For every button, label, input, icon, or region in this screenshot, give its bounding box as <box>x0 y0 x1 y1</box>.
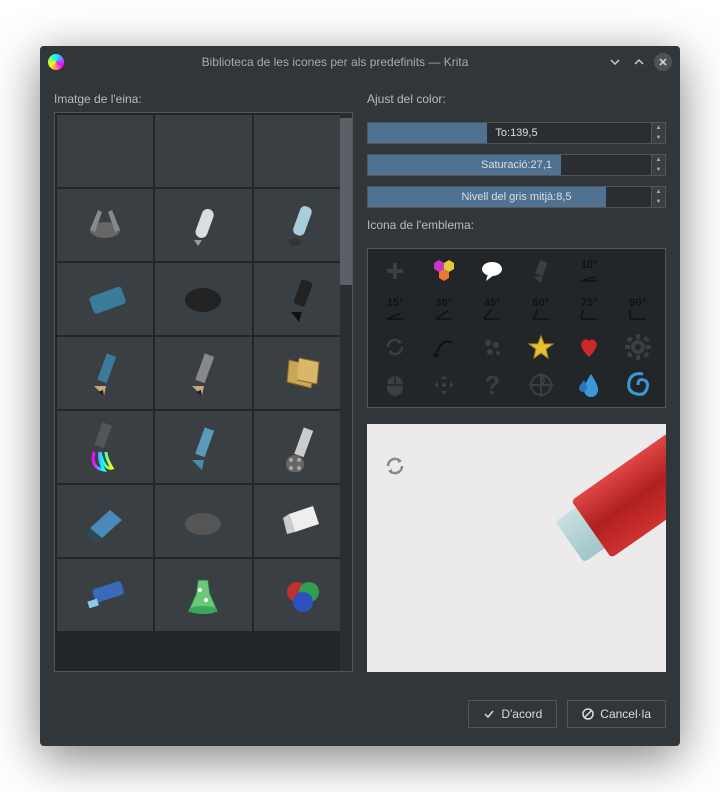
tool-slot[interactable] <box>254 189 350 261</box>
star-icon[interactable] <box>518 329 565 365</box>
tool-slot[interactable] <box>254 263 350 335</box>
right-column: Ajust del color: To:139,5 ▲▼ Saturació:2… <box>367 92 666 672</box>
move-arrows-icon[interactable] <box>421 367 468 403</box>
tool-slot[interactable] <box>155 559 251 631</box>
color-adjust-label: Ajust del color: <box>367 92 666 106</box>
tool-slot[interactable] <box>57 189 153 261</box>
preview-panel <box>367 424 666 672</box>
tool-slot[interactable] <box>155 115 251 187</box>
preview-reload-icon <box>383 454 407 478</box>
tool-slot[interactable] <box>254 411 350 483</box>
tool-image-grid[interactable] <box>54 112 353 672</box>
angle-60-icon[interactable]: 60° <box>518 291 565 327</box>
gear-icon[interactable] <box>615 329 662 365</box>
tool-slot[interactable] <box>155 485 251 557</box>
emblem-grid: 10° 15° 30° 45° 60° 75° 90° <box>367 248 666 408</box>
cancel-icon <box>582 708 594 720</box>
maximize-button[interactable] <box>630 53 648 71</box>
tool-slot[interactable] <box>254 485 350 557</box>
tool-slot[interactable] <box>57 559 153 631</box>
window-controls <box>606 53 672 71</box>
angle-45-icon[interactable]: 45° <box>469 291 516 327</box>
heart-icon[interactable] <box>566 329 613 365</box>
check-icon <box>483 708 495 720</box>
tool-slot[interactable] <box>57 263 153 335</box>
dialog-buttons: D'acord Cancel·la <box>40 686 680 746</box>
target-icon[interactable] <box>518 367 565 403</box>
spiral-icon[interactable] <box>615 367 662 403</box>
mouse-icon[interactable] <box>372 367 419 403</box>
ok-button[interactable]: D'acord <box>468 700 557 728</box>
close-button[interactable] <box>654 53 672 71</box>
brush-stroke-icon[interactable] <box>421 329 468 365</box>
preview-eraser <box>522 424 666 592</box>
angle-75-icon[interactable]: 75° <box>566 291 613 327</box>
tool-slot[interactable] <box>254 115 350 187</box>
speech-bubble-icon[interactable] <box>469 253 516 289</box>
tool-slot[interactable] <box>254 337 350 409</box>
hex-cluster-icon[interactable] <box>421 253 468 289</box>
angle-15-icon[interactable]: 15° <box>372 291 419 327</box>
tool-slot[interactable] <box>57 411 153 483</box>
content-area: Imatge de l'eina: <box>40 78 680 686</box>
tool-slot[interactable] <box>57 115 153 187</box>
hue-slider[interactable]: To:139,5 ▲▼ <box>367 122 666 144</box>
hue-value: To:139,5 <box>368 127 665 139</box>
tool-slot[interactable] <box>57 337 153 409</box>
app-icon <box>48 54 64 70</box>
tool-slot[interactable] <box>155 411 251 483</box>
saturation-value: Saturació:27,1 <box>368 159 665 171</box>
titlebar[interactable]: Biblioteca de les icones per als predefi… <box>40 46 680 78</box>
plus-icon[interactable] <box>372 253 419 289</box>
cancel-button[interactable]: Cancel·la <box>567 700 666 728</box>
saturation-slider[interactable]: Saturació:27,1 ▲▼ <box>367 154 666 176</box>
tool-slot[interactable] <box>155 337 251 409</box>
tool-slot[interactable] <box>155 263 251 335</box>
tool-image-label: Imatge de l'eina: <box>54 92 353 106</box>
angle-10-icon[interactable]: 10° <box>566 253 613 289</box>
question-icon[interactable]: ? <box>469 367 516 403</box>
atoms-icon[interactable] <box>469 329 516 365</box>
emblem-label: Icona de l'emblema: <box>367 218 666 232</box>
tool-slot[interactable] <box>57 485 153 557</box>
scroll-thumb[interactable] <box>340 118 352 285</box>
gray-value: Nivell del gris mitjà:8,5 <box>368 191 665 203</box>
angle-90-icon[interactable]: 90° <box>615 291 662 327</box>
tool-image-section: Imatge de l'eina: <box>54 92 353 672</box>
dialog-window: Biblioteca de les icones per als predefi… <box>40 46 680 746</box>
tool-slot[interactable] <box>155 189 251 261</box>
window-title: Biblioteca de les icones per als predefi… <box>72 55 598 69</box>
tool-grid-scrollbar[interactable] <box>340 113 352 671</box>
droplet-icon[interactable] <box>566 367 613 403</box>
gray-slider[interactable]: Nivell del gris mitjà:8,5 ▲▼ <box>367 186 666 208</box>
pencil-icon[interactable] <box>518 253 565 289</box>
minimize-button[interactable] <box>606 53 624 71</box>
tool-slot[interactable] <box>254 559 350 631</box>
empty-slot <box>615 253 662 289</box>
angle-30-icon[interactable]: 30° <box>421 291 468 327</box>
reload-icon[interactable] <box>372 329 419 365</box>
